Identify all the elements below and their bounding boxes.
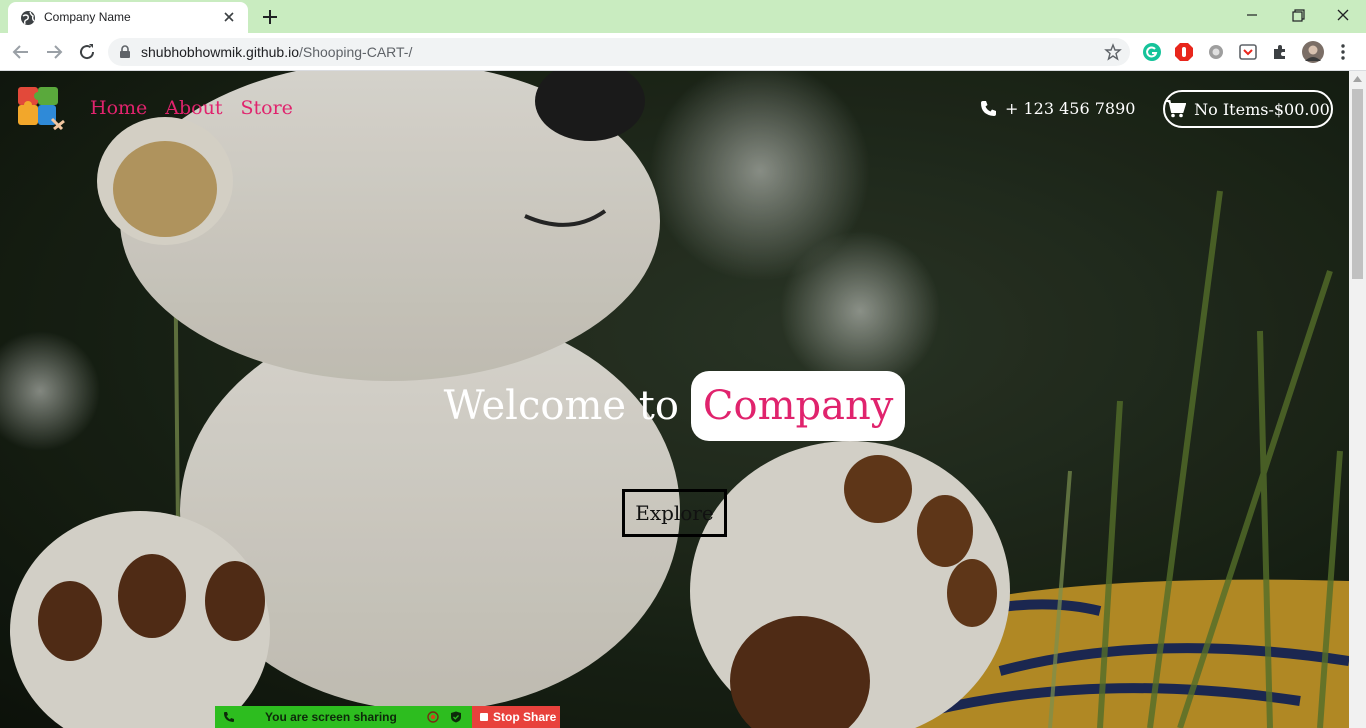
pocket-icon[interactable] xyxy=(1238,42,1258,62)
stop-icon xyxy=(480,713,488,721)
phone-number: + 123 456 7890 xyxy=(1005,99,1136,118)
url-host: shubhobhowmik.github.io xyxy=(141,44,299,60)
welcome-brand-badge: Company xyxy=(690,371,906,441)
grammarly-icon[interactable] xyxy=(1142,42,1162,62)
phone-icon xyxy=(981,101,996,116)
company-logo[interactable] xyxy=(16,85,66,133)
main-nav: Home About Store xyxy=(90,97,293,119)
phone-contact[interactable]: + 123 456 7890 xyxy=(980,99,1135,118)
record-icon[interactable] xyxy=(427,711,439,723)
nav-about-link[interactable]: About xyxy=(165,97,222,119)
scroll-up-arrow-icon[interactable] xyxy=(1353,75,1362,83)
browser-tabstrip: Company Name xyxy=(0,0,1366,33)
page-scrollbar[interactable] xyxy=(1349,71,1366,728)
address-bar[interactable]: shubhobhowmik.github.io/Shooping-CART-/ xyxy=(108,38,1130,66)
page-viewport: Home About Store + 123 456 7890 No Items… xyxy=(0,71,1349,728)
browser-toolbar: shubhobhowmik.github.io/Shooping-CART-/ xyxy=(0,33,1366,71)
explore-button[interactable]: Explore xyxy=(622,489,727,537)
cart-summary: No Items-$00.00 xyxy=(1194,99,1330,119)
globe-icon xyxy=(21,11,35,25)
restore-icon[interactable] xyxy=(1283,4,1313,26)
menu-kebab-icon[interactable] xyxy=(1333,42,1353,62)
url-text: shubhobhowmik.github.io/Shooping-CART-/ xyxy=(141,44,412,60)
forward-icon[interactable] xyxy=(42,40,66,64)
shield-icon[interactable] xyxy=(450,711,462,723)
hero-section: Home About Store + 123 456 7890 No Items… xyxy=(0,71,1349,728)
extension-icon[interactable] xyxy=(1206,42,1226,62)
stop-share-button[interactable]: Stop Share xyxy=(472,706,560,728)
welcome-heading: Welcome to Company xyxy=(0,371,1349,441)
stop-share-label: Stop Share xyxy=(493,710,557,724)
back-icon[interactable] xyxy=(9,40,33,64)
browser-tab[interactable]: Company Name xyxy=(8,2,248,33)
cart-button[interactable]: No Items-$00.00 xyxy=(1163,90,1333,128)
nav-store-link[interactable]: Store xyxy=(240,97,292,119)
scrollbar-thumb[interactable] xyxy=(1352,89,1363,279)
url-path: /Shooping-CART-/ xyxy=(299,44,413,60)
reload-icon[interactable] xyxy=(75,40,99,64)
screen-share-text: You are screen sharing xyxy=(265,710,397,724)
avatar[interactable] xyxy=(1302,41,1324,63)
minimize-icon[interactable] xyxy=(1237,4,1267,26)
close-window-icon[interactable] xyxy=(1328,4,1358,26)
close-icon[interactable] xyxy=(220,8,238,26)
plus-icon[interactable] xyxy=(258,6,282,28)
phone-share-icon xyxy=(224,712,234,722)
tab-title: Company Name xyxy=(44,10,131,24)
star-icon[interactable] xyxy=(1104,43,1122,61)
lock-icon[interactable] xyxy=(118,45,132,59)
puzzle-icon[interactable] xyxy=(1270,42,1290,62)
nav-home-link[interactable]: Home xyxy=(90,97,147,119)
welcome-lead-text: Welcome to xyxy=(443,383,679,429)
cart-icon xyxy=(1166,100,1187,118)
screen-share-status: You are screen sharing xyxy=(215,706,472,728)
adblock-icon[interactable] xyxy=(1174,42,1194,62)
screen-share-bar: You are screen sharing Stop Share xyxy=(215,706,560,728)
